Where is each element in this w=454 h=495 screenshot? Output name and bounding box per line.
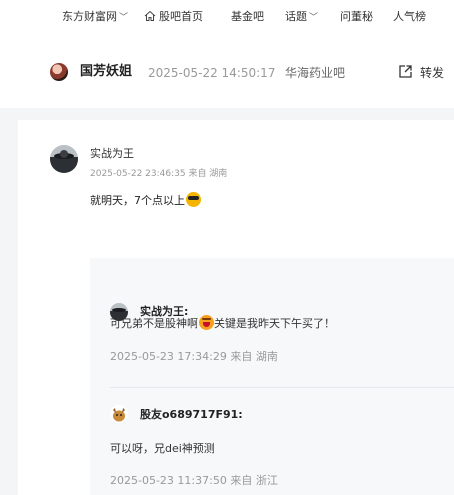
chevron-down-icon: ﹀ [119,13,129,23]
post-timestamp: 2025-05-22 14:50:17 [148,66,276,80]
nav-item-eastmoney[interactable]: 东方财富网 ﹀ [62,10,128,25]
reply-text: 可兄弟不是股神啊 关键是我昨天下午买了！ [110,315,335,332]
nav-item-label: 话题 [285,10,307,23]
comment-author-name[interactable]: 实战为王 [90,147,134,161]
nav-item-fund-bar[interactable]: 基金吧 [231,10,264,24]
post-forum-link[interactable]: 华海药业吧 [285,65,345,81]
sunglasses-emoji-icon [186,192,201,207]
nav-item-label: 人气榜 [393,10,426,23]
avatar[interactable] [50,145,78,173]
page-gutter [0,120,18,495]
home-icon [144,10,156,21]
nav-item-guba-home[interactable]: 股吧首页 [144,10,203,24]
comment-body: 就明天，7个点以上 [90,194,185,207]
avatar-image [50,145,78,173]
top-nav: 东方财富网 ﹀ 股吧首页 基金吧 话题 ﹀ 问董秘 人气榜 [0,0,454,38]
reply-text: 可以呀，兄dei神预测 [110,442,215,455]
nav-item-label: 问董秘 [340,10,373,23]
avatar[interactable] [50,63,68,81]
share-button[interactable]: 转发 [420,65,444,81]
nav-item-topics[interactable]: 话题 ﹀ [285,10,318,25]
avatar[interactable] [110,405,128,423]
comment-text: 就明天，7个点以上 [90,192,201,209]
laughing-emoji-icon [199,315,214,330]
reply-author-name[interactable]: 股友o689717F91: [140,408,243,422]
reply-meta: 2025-05-23 17:34:29 来自 湖南 [110,350,278,363]
avatar-image [110,405,128,423]
nav-item-ask-secretary[interactable]: 问董秘 [340,10,373,24]
nav-item-label: 东方财富网 [62,10,117,23]
nav-item-popularity[interactable]: 人气榜 [393,10,426,24]
chevron-down-icon: ﹀ [309,13,319,23]
comment-meta: 2025-05-22 23:46:35 来自 湖南 [90,169,228,179]
divider [110,387,454,388]
replies-panel [90,258,454,495]
share-icon[interactable] [398,64,413,79]
reply-meta: 2025-05-23 11:37:50 来自 浙江 [110,474,278,487]
post-author-name[interactable]: 国芳妖姐 [80,64,132,80]
nav-item-label: 基金吧 [231,10,264,23]
reply-body-part: 关键是我昨天下午买了！ [214,317,335,330]
section-divider [0,108,454,120]
reply-body-part: 可兄弟不是股神啊 [110,317,198,330]
nav-item-label: 股吧首页 [159,10,203,23]
